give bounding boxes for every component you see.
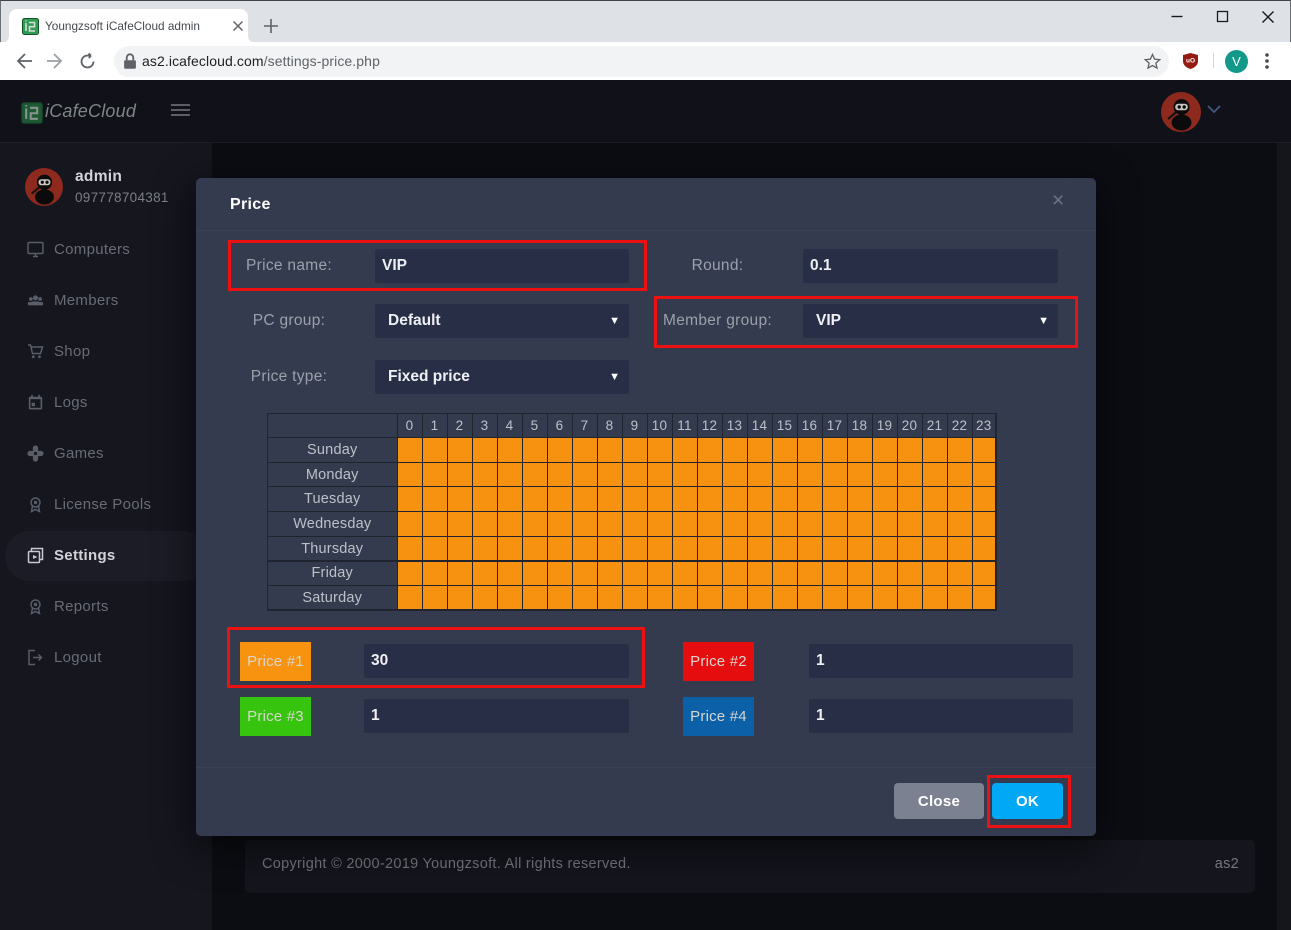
- svg-text:uO: uO: [1186, 58, 1195, 65]
